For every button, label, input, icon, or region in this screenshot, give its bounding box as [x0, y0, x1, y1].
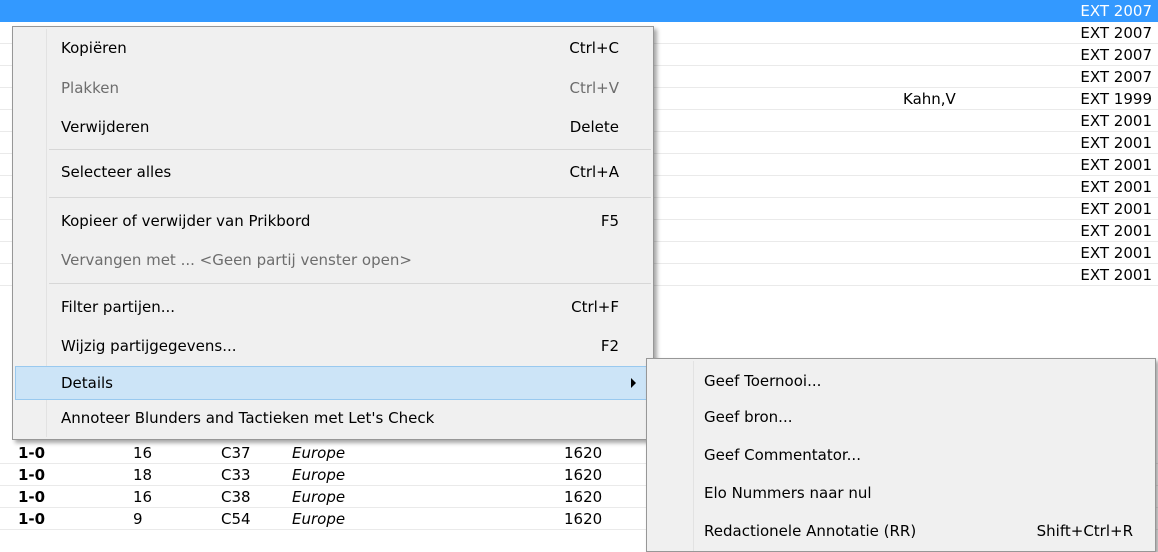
- menu-item-label: Geef bron...: [704, 408, 793, 426]
- context-menu: Kopiëren Ctrl+C Plakken Ctrl+V Verwijder…: [12, 26, 654, 440]
- moves-cell: 18: [133, 466, 153, 484]
- menu-item-copy[interactable]: Kopiëren Ctrl+C: [15, 31, 651, 65]
- menu-item-label: Kopieer of verwijder van Prikbord: [61, 212, 311, 230]
- menu-separator: [49, 197, 651, 198]
- menu-item-shortcut: Shift+Ctrl+R: [1036, 522, 1133, 540]
- tag-cell: EXT 2001: [1080, 112, 1152, 130]
- menu-item-details[interactable]: Details: [15, 366, 651, 400]
- menu-item-shortcut: Ctrl+A: [569, 163, 619, 181]
- menu-item-lets-check[interactable]: Annoteer Blunders and Tactieken met Let'…: [15, 401, 651, 435]
- submenu-item-annotator[interactable]: Geef Commentator...: [649, 437, 1153, 473]
- moves-cell: 16: [133, 444, 153, 462]
- menu-item-shortcut: F2: [600, 337, 619, 355]
- source-cell: Europe: [292, 466, 346, 484]
- elo-cell: 1620: [564, 466, 603, 484]
- submenu-arrow-icon: [631, 378, 636, 388]
- elo-cell: 1620: [564, 510, 603, 528]
- table-row-selected[interactable]: EXT 2007: [0, 0, 1158, 22]
- submenu-item-tournament[interactable]: Geef Toernooi...: [649, 363, 1153, 399]
- elo-cell: 1620: [564, 444, 603, 462]
- tag-cell: EXT 2001: [1080, 222, 1152, 240]
- moves-cell: 16: [133, 488, 153, 506]
- menu-item-label: Redactionele Annotatie (RR): [704, 522, 917, 540]
- tag-cell: EXT 2001: [1080, 266, 1152, 284]
- menu-item-label: Details: [61, 374, 114, 392]
- menu-item-label: Plakken: [61, 79, 119, 97]
- tag-cell: EXT 2001: [1080, 178, 1152, 196]
- menu-item-shortcut: Ctrl+V: [569, 79, 619, 97]
- menu-item-label: Verwijderen: [61, 118, 150, 136]
- elo-cell: 1620: [564, 488, 603, 506]
- submenu-item-elo-zero[interactable]: Elo Nummers naar nul: [649, 475, 1153, 511]
- menu-item-label: Vervangen met ... <Geen partij venster o…: [61, 251, 412, 269]
- menu-item-label: Elo Nummers naar nul: [704, 484, 872, 502]
- menu-item-paste[interactable]: Plakken Ctrl+V: [15, 71, 651, 105]
- annotator-cell: Kahn,V: [903, 90, 956, 108]
- tag-cell: EXT 2007: [1080, 46, 1152, 64]
- tag-cell: EXT 1999: [1080, 90, 1152, 108]
- source-cell: Europe: [292, 510, 346, 528]
- result-cell: 1-0: [18, 488, 46, 506]
- menu-item-clipboard[interactable]: Kopieer of verwijder van Prikbord F5: [15, 204, 651, 238]
- menu-item-edit-game-data[interactable]: Wijzig partijgegevens... F2: [15, 329, 651, 363]
- tag-cell: EXT 2007: [1080, 2, 1152, 20]
- moves-cell: 9: [133, 510, 143, 528]
- tag-cell: EXT 2007: [1080, 68, 1152, 86]
- menu-item-shortcut: Ctrl+F: [571, 298, 619, 316]
- menu-item-label: Geef Toernooi...: [704, 372, 822, 390]
- menu-separator: [49, 283, 651, 284]
- menu-item-shortcut: F5: [600, 212, 619, 230]
- source-cell: Europe: [292, 488, 346, 506]
- details-submenu: Geef Toernooi... Geef bron... Geef Comme…: [646, 358, 1156, 552]
- eco-cell: C54: [221, 510, 251, 528]
- menu-item-label: Filter partijen...: [61, 298, 176, 316]
- menu-item-delete[interactable]: Verwijderen Delete: [15, 110, 651, 144]
- eco-cell: C38: [221, 488, 251, 506]
- menu-item-label: Kopiëren: [61, 39, 127, 57]
- eco-cell: C37: [221, 444, 251, 462]
- submenu-item-source[interactable]: Geef bron...: [649, 399, 1153, 435]
- menu-item-shortcut: Delete: [569, 118, 619, 136]
- menu-separator: [49, 149, 651, 150]
- tag-cell: EXT 2001: [1080, 156, 1152, 174]
- menu-item-label: Annoteer Blunders and Tactieken met Let'…: [61, 409, 435, 427]
- result-cell: 1-0: [18, 510, 46, 528]
- tag-cell: EXT 2001: [1080, 200, 1152, 218]
- menu-item-filter-games[interactable]: Filter partijen... Ctrl+F: [15, 290, 651, 324]
- tag-cell: EXT 2001: [1080, 134, 1152, 152]
- submenu-item-editorial-annotation[interactable]: Redactionele Annotatie (RR) Shift+Ctrl+R: [649, 513, 1153, 549]
- menu-item-label: Geef Commentator...: [704, 446, 861, 464]
- eco-cell: C33: [221, 466, 251, 484]
- menu-item-shortcut: Ctrl+C: [569, 39, 619, 57]
- menu-item-label: Wijzig partijgegevens...: [61, 337, 237, 355]
- menu-item-replace[interactable]: Vervangen met ... <Geen partij venster o…: [15, 243, 651, 277]
- menu-item-select-all[interactable]: Selecteer alles Ctrl+A: [15, 155, 651, 189]
- result-cell: 1-0: [18, 444, 46, 462]
- tag-cell: EXT 2001: [1080, 244, 1152, 262]
- source-cell: Europe: [292, 444, 346, 462]
- tag-cell: EXT 2007: [1080, 24, 1152, 42]
- menu-item-label: Selecteer alles: [61, 163, 172, 181]
- result-cell: 1-0: [18, 466, 46, 484]
